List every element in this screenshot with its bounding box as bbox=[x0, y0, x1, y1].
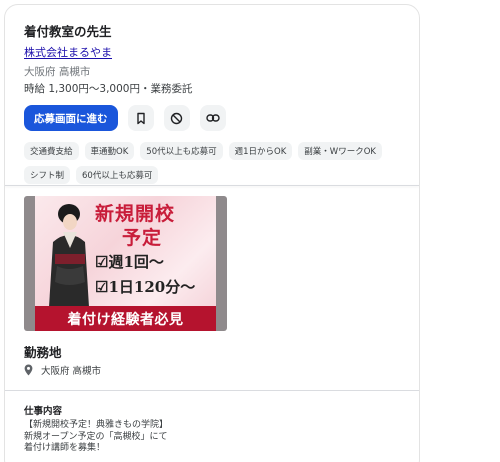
block-icon bbox=[170, 112, 183, 124]
tag-list: 交通費支給 車通勤OK 50代以上も応募可 週1日からOK 副業・WワークOK … bbox=[24, 142, 419, 190]
link-icon bbox=[205, 114, 220, 122]
action-bar: 応募画面に進む bbox=[24, 105, 419, 131]
description-line: 新規オープン予定の「高槻校」にて bbox=[24, 431, 168, 442]
banner-schedule: ☑週1回〜 bbox=[95, 253, 164, 271]
apply-button[interactable]: 応募画面に進む bbox=[24, 105, 118, 131]
banner-headline: 新規開校 bbox=[95, 203, 176, 225]
job-description: 【新規開校予定！典雅きもの学院】 新規オープン予定の「高槻校」にて 着付け講師を… bbox=[24, 420, 168, 455]
hide-button[interactable] bbox=[163, 105, 190, 131]
location-pin-icon bbox=[24, 364, 33, 376]
banner-background: 新規開校 予定 ☑週1回〜 ☑1日120分〜 着付け経験者必見 bbox=[35, 196, 216, 331]
banner-strip: 着付け経験者必見 bbox=[35, 306, 216, 331]
banner-duration: ☑1日120分〜 bbox=[95, 278, 196, 296]
tag-chip: 60代以上も応募可 bbox=[76, 166, 159, 184]
job-title: 着付教室の先生 bbox=[24, 24, 112, 39]
company-link[interactable]: 株式会社まるやま bbox=[24, 45, 112, 60]
tag-chip: 車通勤OK bbox=[84, 142, 135, 160]
save-button[interactable] bbox=[127, 105, 154, 131]
bookmark-icon bbox=[136, 112, 145, 124]
share-link-button[interactable] bbox=[199, 105, 226, 131]
job-header: 着付教室の先生 株式会社まるやま 大阪府 高槻市 時給 1,300円～3,000… bbox=[5, 5, 419, 190]
banner-headline-2: 予定 bbox=[122, 227, 163, 249]
kimono-woman-illustration bbox=[49, 204, 89, 307]
section-divider bbox=[5, 185, 419, 186]
tag-chip: 副業・WワークOK bbox=[298, 142, 382, 160]
tag-chip: シフト制 bbox=[24, 166, 71, 184]
description-line: 【新規開校予定！典雅きもの学院】 bbox=[24, 420, 169, 430]
tag-chip: 50代以上も応募可 bbox=[140, 142, 223, 160]
workplace-location: 大阪府 高槻市 bbox=[41, 366, 102, 377]
job-banner-image: 新規開校 予定 ☑週1回〜 ☑1日120分〜 着付け経験者必見 bbox=[24, 196, 227, 331]
tag-chip: 交通費支給 bbox=[24, 142, 79, 160]
workplace-heading: 勤務地 bbox=[24, 345, 62, 360]
job-salary: 時給 1,300円～3,000円・業務委託 bbox=[24, 83, 193, 95]
job-card: 着付教室の先生 株式会社まるやま 大阪府 高槻市 時給 1,300円～3,000… bbox=[4, 4, 420, 462]
section-divider bbox=[5, 390, 419, 391]
description-line: 着付け講師を募集！ bbox=[24, 443, 106, 453]
job-location: 大阪府 高槻市 bbox=[24, 66, 91, 78]
tag-chip: 週1日からOK bbox=[228, 142, 293, 160]
workplace-location-row: 大阪府 高槻市 bbox=[24, 363, 101, 377]
description-heading: 仕事内容 bbox=[24, 406, 63, 417]
